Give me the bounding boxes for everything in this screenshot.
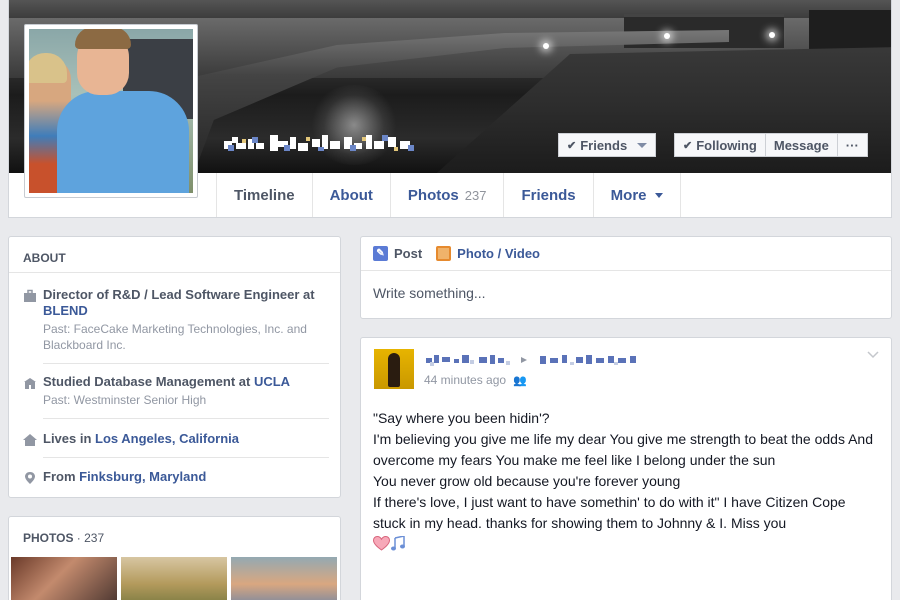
chevron-down-icon — [637, 142, 648, 148]
tab-timeline[interactable]: Timeline — [216, 173, 312, 217]
story-message: "Say where you been hidin'? I'm believin… — [373, 408, 881, 551]
music-note-icon — [391, 536, 405, 551]
check-icon: ✔ — [567, 139, 577, 152]
tab-friends[interactable]: Friends — [503, 173, 592, 217]
photos-count: 237 — [464, 187, 487, 203]
story-timestamp[interactable]: 44 minutes ago — [424, 373, 506, 387]
composer-input[interactable]: Write something... — [361, 271, 891, 315]
profile-photo — [29, 29, 193, 193]
more-options-button[interactable]: ··· — [837, 133, 868, 157]
current-city-link[interactable]: Los Angeles, California — [95, 431, 239, 446]
photos-heading: PHOTOS — [23, 531, 74, 545]
profile-header: ✔ Friends ✔ Following Message ··· Timeli… — [8, 0, 892, 218]
friends-button-group: ✔ Friends — [558, 133, 657, 157]
post-composer: ✎ Post Photo / Video Write something... — [360, 236, 892, 319]
story-author-obscured — [426, 355, 636, 366]
photo-icon — [436, 246, 452, 261]
photo-thumbnail[interactable] — [11, 557, 117, 600]
school-link[interactable]: UCLA — [254, 374, 290, 389]
friends-button[interactable]: ✔ Friends — [558, 133, 657, 157]
following-button[interactable]: ✔ Following — [674, 133, 766, 157]
friends-audience-icon[interactable]: 👥 — [513, 374, 527, 387]
tab-photos[interactable]: Photos 237 — [389, 173, 504, 217]
briefcase-icon — [24, 289, 36, 302]
employer-link[interactable]: BLEND — [43, 303, 88, 318]
about-heading: ABOUT — [9, 237, 340, 273]
hometown-link[interactable]: Finksburg, Maryland — [79, 469, 206, 484]
home-icon — [23, 434, 37, 446]
pencil-icon: ✎ — [373, 246, 388, 261]
profile-name-obscured — [224, 135, 414, 151]
follow-message-button-group: ✔ Following Message ··· — [674, 133, 868, 157]
timeline-story: 44 minutes ago 👥 "Say where you been hid… — [360, 337, 892, 600]
heart-icon — [373, 536, 390, 551]
profile-tabs: Timeline About Photos 237 Friends More — [216, 173, 681, 217]
more-icon: ··· — [845, 137, 859, 153]
message-button[interactable]: Message — [765, 133, 838, 157]
profile-picture[interactable] — [24, 24, 198, 198]
photos-card-count: · 237 — [73, 531, 105, 545]
photos-card: PHOTOS · 237 — [8, 516, 341, 600]
about-lives-in: Lives in Los Angeles, California — [23, 431, 329, 447]
school-icon — [24, 378, 36, 389]
about-card: ABOUT Director of R&D / Lead Software En… — [8, 236, 341, 498]
composer-tab-photo-video[interactable]: Photo / Video — [436, 246, 540, 261]
chevron-down-icon[interactable] — [867, 348, 879, 360]
chevron-down-icon — [654, 192, 663, 198]
about-work: Director of R&D / Lead Software Engineer… — [23, 287, 329, 353]
location-pin-icon — [25, 472, 35, 484]
about-education: Studied Database Management at UCLA Past… — [23, 374, 329, 408]
photo-thumbnail[interactable] — [121, 557, 227, 600]
tab-more[interactable]: More — [592, 173, 681, 217]
composer-tab-post[interactable]: ✎ Post — [373, 246, 422, 261]
avatar[interactable] — [374, 349, 414, 389]
about-hometown: From Finksburg, Maryland — [23, 469, 329, 485]
tab-about[interactable]: About — [311, 173, 390, 217]
check-icon: ✔ — [683, 139, 693, 152]
photo-thumbnail[interactable] — [231, 557, 337, 600]
